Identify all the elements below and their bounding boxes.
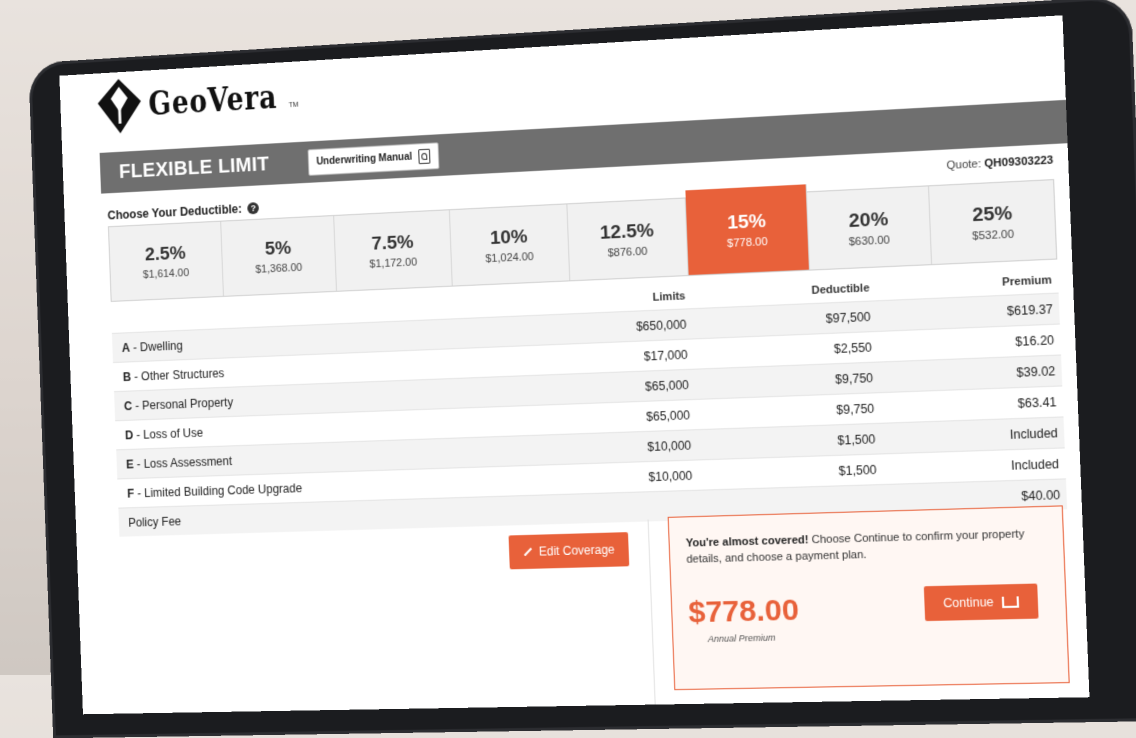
- coverage-name: Policy Fee: [128, 513, 182, 530]
- deductible-option[interactable]: 7.5% $1,172.00: [334, 210, 453, 291]
- page-title: FLEXIBLE LIMIT: [118, 152, 270, 183]
- brand-name: GeoVera: [147, 77, 278, 124]
- deductible-option[interactable]: 12.5% $876.00: [566, 198, 689, 281]
- deductible-pct: 12.5%: [599, 219, 655, 244]
- quote-value: QH09303223: [984, 154, 1054, 171]
- deductible-pct: 10%: [489, 225, 528, 249]
- summary-bold: You're almost covered!: [685, 534, 809, 550]
- coverage-deductible: $2,550: [833, 339, 873, 356]
- deductible-option[interactable]: 10% $1,024.00: [449, 204, 570, 286]
- coverage-premium: $63.41: [1017, 394, 1057, 411]
- edit-coverage-label: Edit Coverage: [538, 542, 615, 559]
- coverage-limit: $65,000: [644, 377, 690, 394]
- coverage-table: Limits Deductible Premium A - Dwelling $…: [111, 268, 1068, 537]
- continue-label: Continue: [942, 594, 994, 611]
- pdf-icon: [417, 148, 430, 164]
- screen: GeoVera TM FLEXIBLE LIMIT Underwriting M…: [59, 15, 1090, 715]
- coverage-premium: $39.02: [1016, 363, 1056, 380]
- deductible-amount: $1,614.00: [142, 266, 190, 281]
- continue-button[interactable]: Continue: [923, 583, 1039, 622]
- geovera-logo-icon: [96, 77, 143, 135]
- coverage-limit: [543, 506, 693, 510]
- brand-logo: GeoVera TM: [96, 61, 300, 141]
- annual-premium-caption: Annual Premium: [707, 632, 776, 645]
- underwriting-manual-label: Underwriting Manual: [316, 151, 413, 168]
- deductible-amount: $876.00: [607, 245, 648, 260]
- quote-number: Quote: QH09303223: [946, 154, 1053, 172]
- coverage-deductible: $1,500: [838, 462, 877, 478]
- deductible-option[interactable]: 25% $532.00: [929, 180, 1056, 264]
- limits-header: Limits: [652, 290, 686, 304]
- deductible-pct: 20%: [848, 208, 889, 232]
- coverage-premium: $619.37: [1006, 301, 1054, 318]
- coverage-limit: $17,000: [643, 347, 688, 364]
- summary-message: You're almost covered! Choose Continue t…: [686, 526, 1039, 568]
- cart-icon: [1001, 595, 1020, 608]
- deductible-amount: $532.00: [971, 227, 1015, 243]
- deductible-option-selected[interactable]: 15% $778.00: [685, 184, 810, 276]
- annual-premium-price: $778.00: [687, 593, 800, 630]
- coverage-limit: $650,000: [635, 317, 687, 334]
- coverage-deductible: [693, 500, 877, 506]
- deductible-option[interactable]: 20% $630.00: [806, 186, 933, 270]
- deductible-header: Deductible: [811, 282, 870, 297]
- deductible-pct: 7.5%: [371, 231, 414, 255]
- coverage-limit: $65,000: [645, 407, 691, 424]
- underwriting-manual-button[interactable]: Underwriting Manual: [307, 141, 440, 176]
- deductible-pct: 5%: [264, 237, 292, 260]
- help-icon[interactable]: ?: [247, 202, 260, 215]
- deductible-amount: $1,172.00: [369, 255, 418, 271]
- brand-tm: TM: [288, 101, 299, 109]
- coverage-premium: $40.00: [1021, 487, 1061, 503]
- coverage-premium: Included: [1010, 456, 1060, 473]
- coverage-deductible: $97,500: [825, 309, 871, 326]
- deductible-pct: 15%: [726, 210, 767, 234]
- deductible-amount: $630.00: [848, 233, 891, 248]
- deductible-pct: 25%: [971, 202, 1013, 226]
- pencil-icon: [523, 547, 533, 557]
- premium-header: Premium: [1001, 274, 1052, 289]
- deductible-pct: 2.5%: [144, 242, 187, 265]
- deductible-option[interactable]: 2.5% $1,614.00: [108, 221, 224, 301]
- quote-label: Quote:: [946, 158, 982, 173]
- edit-coverage-button[interactable]: Edit Coverage: [508, 532, 630, 570]
- deductible-amount: $1,368.00: [255, 261, 303, 276]
- coverage-limit: $10,000: [647, 437, 692, 454]
- coverage-premium: $16.20: [1014, 332, 1055, 349]
- quote-summary-panel: You're almost covered! Choose Continue t…: [667, 505, 1070, 691]
- coverage-premium: Included: [1009, 425, 1059, 442]
- deductible-option[interactable]: 5% $1,368.00: [220, 215, 338, 296]
- divider: [647, 519, 656, 711]
- coverage-limit: $10,000: [648, 468, 693, 484]
- coverage-deductible: $9,750: [834, 370, 874, 387]
- deductible-amount: $778.00: [726, 235, 768, 250]
- deductible-label: Choose Your Deductible:: [107, 201, 243, 223]
- coverage-deductible: $9,750: [836, 401, 875, 417]
- deductible-amount: $1,024.00: [485, 250, 534, 265]
- coverage-deductible: $1,500: [837, 431, 876, 448]
